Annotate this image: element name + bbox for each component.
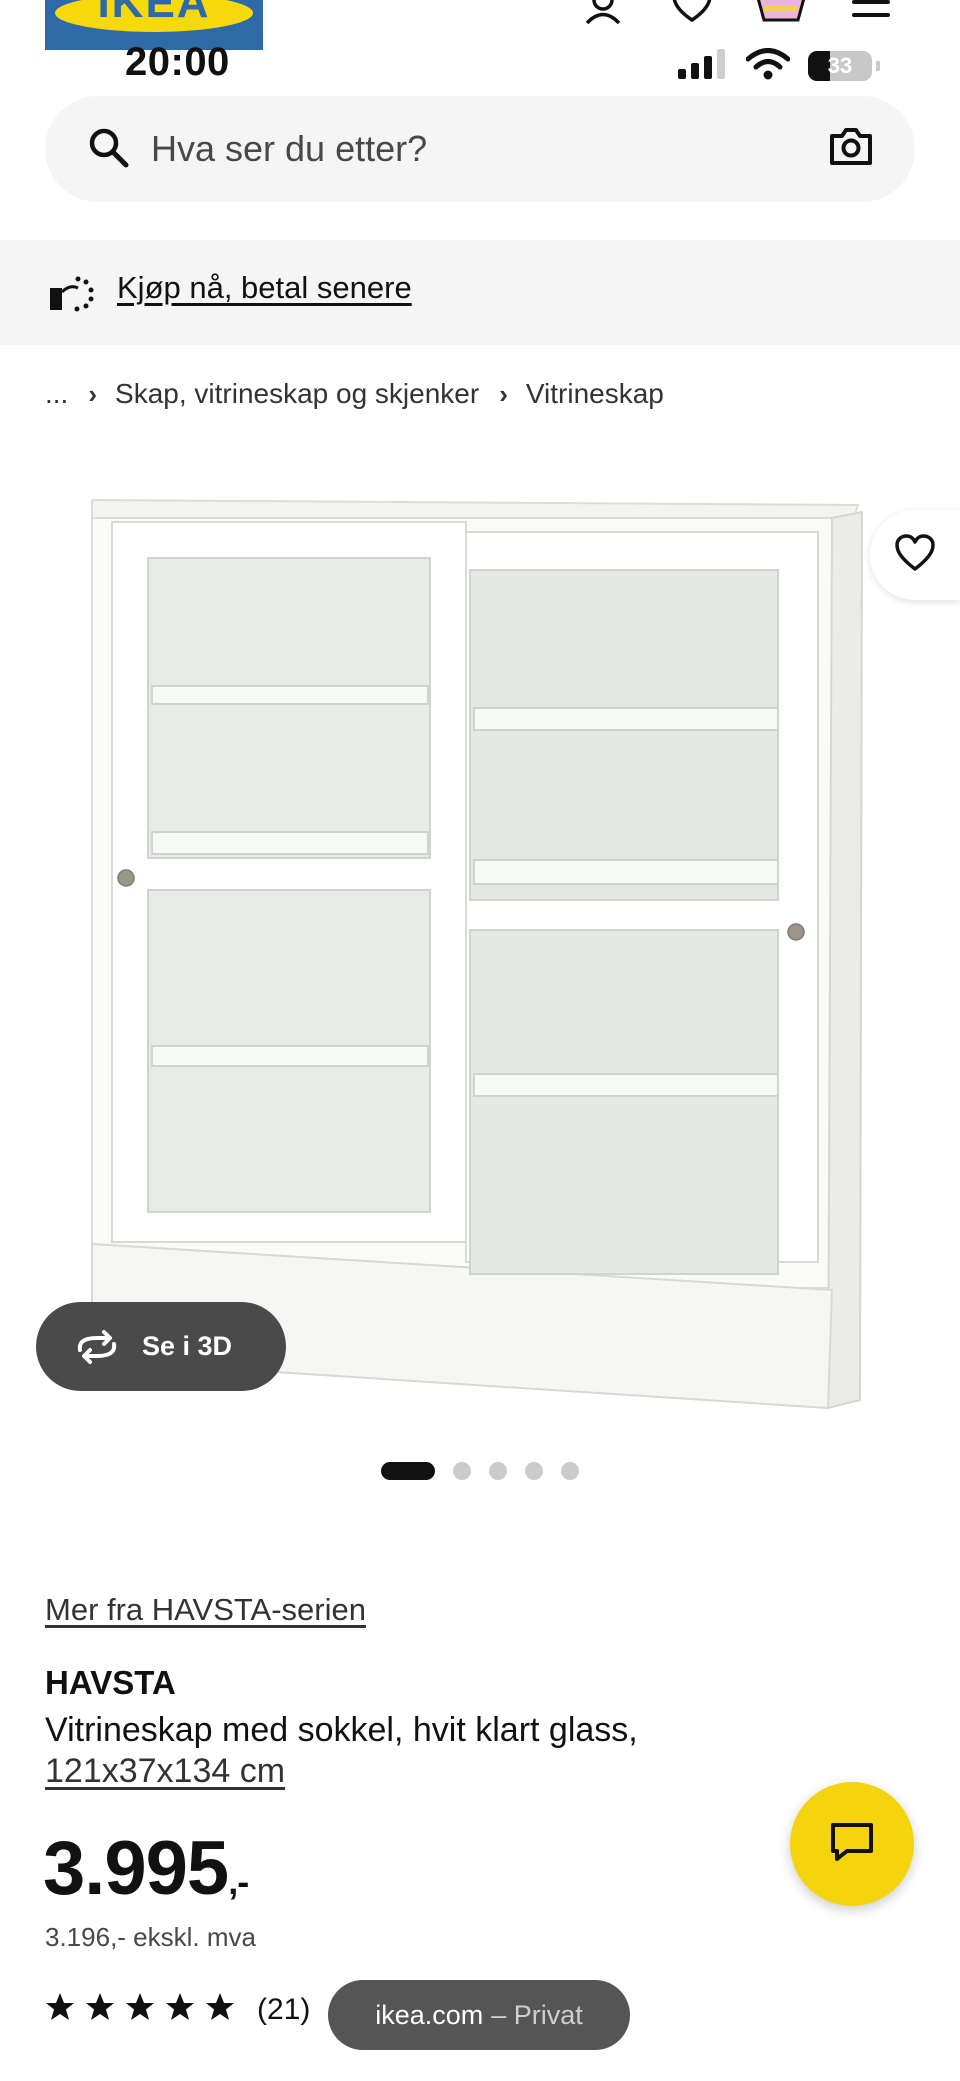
search-bar[interactable] [45,96,915,202]
rotate-3d-icon [77,1329,117,1364]
star-icon [205,1992,235,2027]
wifi-icon [745,47,791,85]
search-input[interactable] [151,120,751,178]
star-icon [165,1992,195,2027]
product-name: HAVSTA [45,1664,176,1701]
product-description: Vitrineskap med sokkel, hvit klart glass… [45,1711,638,1749]
view-3d-label: Se i 3D [142,1331,233,1361]
pagination-dot[interactable] [489,1462,507,1480]
pay-later-icon [48,274,96,317]
product-image[interactable] [0,460,960,1420]
search-icon[interactable] [87,126,131,175]
menu-icon[interactable] [852,0,890,27]
price-value: 3.995 [43,1826,229,1911]
status-time: 20:00 [125,40,230,84]
chat-icon [829,1821,875,1868]
battery-level: 33 [827,53,853,78]
user-icon[interactable] [583,0,623,29]
chat-button[interactable] [790,1782,914,1906]
browsing-mode: – Privat [491,1999,583,2030]
product-price: 3.995,- [43,1825,249,1912]
chevron-right-icon: › [499,378,508,409]
camera-icon[interactable] [829,126,873,171]
breadcrumb-item-cabinets[interactable]: Skap, vitrineskap og skjenker [115,378,479,410]
browser-url-pill[interactable]: ikea.com – Privat [328,1980,630,2050]
image-pagination [381,1462,579,1480]
price-suffix: ,- [228,1861,249,1902]
battery-indicator: 33 [808,51,872,81]
star-icon [85,1992,115,2027]
basket-icon[interactable] [756,0,806,29]
chevron-right-icon: › [88,378,98,409]
battery-fill [808,51,830,81]
promo-banner: Kjøp nå, betal senere [0,240,960,345]
cabinet-illustration [91,498,864,1410]
heart-icon [894,533,936,577]
heart-icon[interactable] [670,0,714,27]
price-excl-vat: 3.196,- ekskl. mva [45,1922,256,1952]
favorite-button[interactable] [870,510,960,600]
pagination-dot[interactable] [453,1462,471,1480]
breadcrumb-ellipsis[interactable]: ... [45,378,68,410]
star-icon [125,1992,155,2027]
top-bar: IKEA 20:00 33 [0,0,960,92]
rating[interactable]: (21) [45,1992,310,2027]
pay-later-link[interactable]: Kjøp nå, betal senere [117,270,412,306]
series-link[interactable]: Mer fra HAVSTA-serien [45,1592,366,1628]
product-size-link[interactable]: 121x37x134 cm [45,1752,285,1791]
rating-count: (21) [257,1992,311,2026]
view-3d-button[interactable]: Se i 3D [36,1302,286,1391]
status-icons: 33 [678,46,880,86]
star-icon [45,1992,75,2027]
signal-icon [678,48,728,84]
breadcrumb: ... › Skap, vitrineskap og skjenker › Vi… [45,374,664,414]
battery-tip [876,61,880,71]
pagination-dot[interactable] [381,1462,435,1480]
logo-text: IKEA [97,0,211,27]
breadcrumb-item-display-cabinets[interactable]: Vitrineskap [526,378,664,410]
pagination-dot[interactable] [525,1462,543,1480]
pagination-dot[interactable] [561,1462,579,1480]
url-host: ikea.com [375,1999,484,2030]
